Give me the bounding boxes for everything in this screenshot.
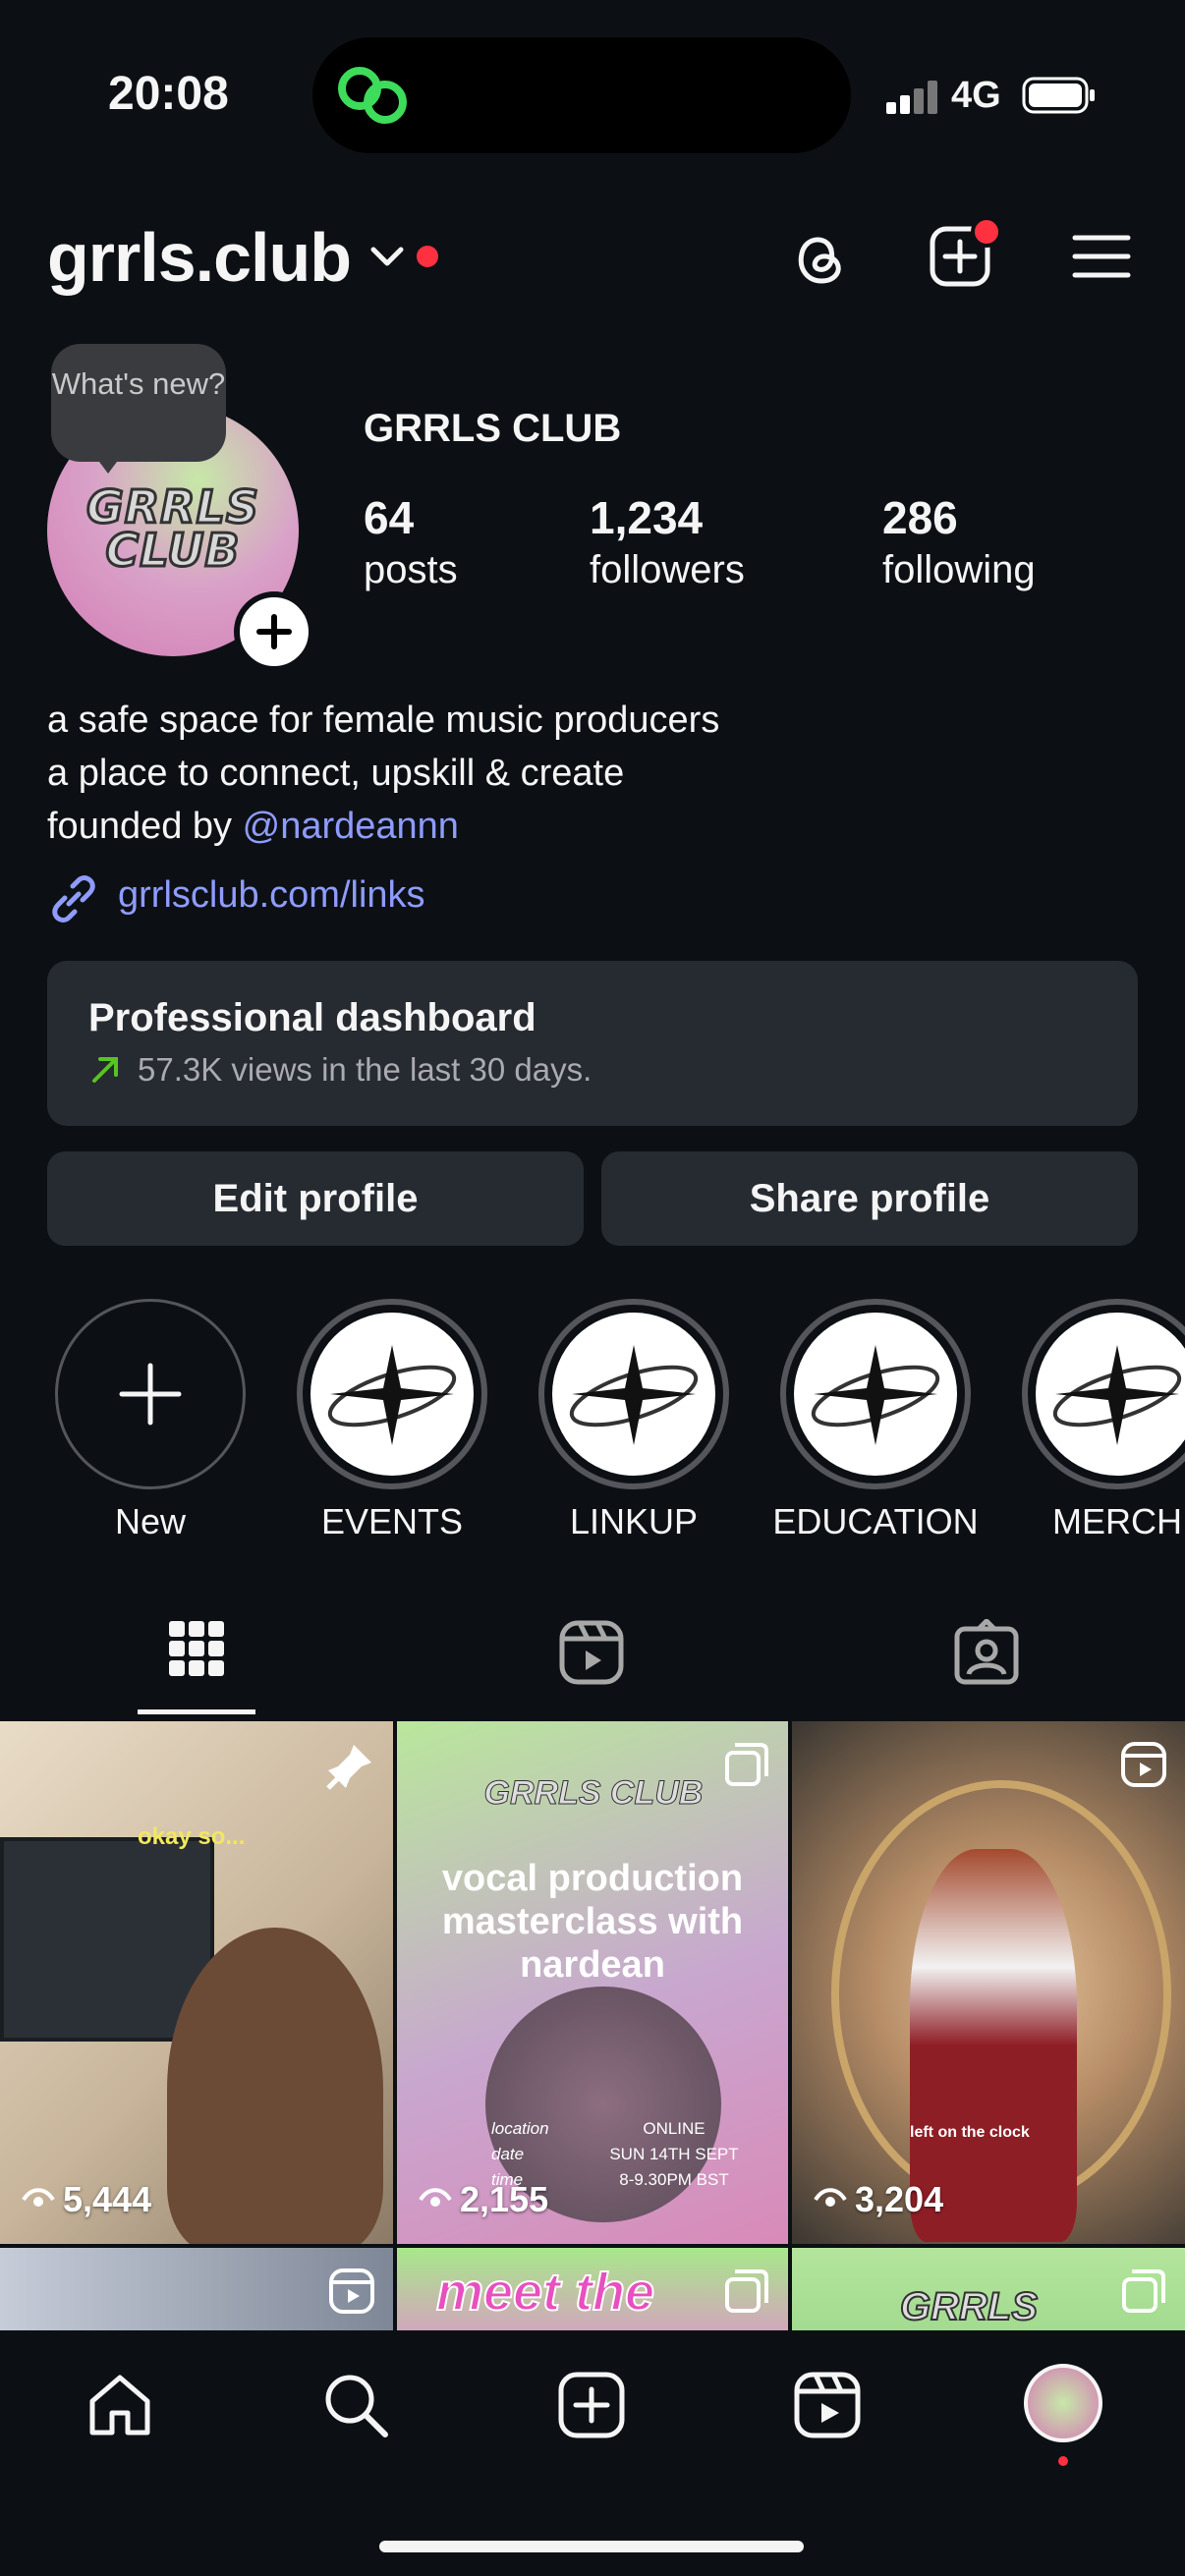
post-caption: okay so... <box>138 1823 246 1850</box>
following-label[interactable]: following <box>882 548 1036 592</box>
eye-icon <box>22 2188 55 2207</box>
post-caption: GRRLS <box>899 2284 1039 2329</box>
posts-count[interactable]: 64 <box>364 491 414 544</box>
home-indicator <box>379 2541 804 2552</box>
views-count: 2,155 <box>460 2179 549 2219</box>
bio-line-3: founded by @nardeannn <box>47 806 459 848</box>
post-tile[interactable]: left on the clock 3,204 <box>792 1721 1185 2244</box>
post-views: 3,204 <box>814 2179 943 2220</box>
highlight-merch[interactable] <box>1022 1299 1185 1489</box>
highlight-label-linkup: LINKUP <box>569 1501 699 1541</box>
star-logo-icon <box>1052 1345 1182 1445</box>
highlight-label-new: New <box>114 1501 187 1541</box>
plus-icon <box>119 1363 182 1426</box>
highlight-linkup[interactable] <box>538 1299 729 1489</box>
create-icon[interactable] <box>556 2370 627 2440</box>
post-tile[interactable]: okay so... 5,444 <box>0 1721 393 2244</box>
edit-profile-button[interactable]: Edit profile <box>47 1151 584 1246</box>
post-views: 2,155 <box>419 2179 548 2220</box>
highlight-label-merch: MERCH <box>1052 1501 1182 1541</box>
menu-icon[interactable] <box>1069 224 1134 289</box>
account-switcher[interactable]: grrls.club <box>47 218 352 297</box>
website-link[interactable]: grrlsclub.com/links <box>118 874 425 917</box>
highlight-label-education: EDUCATION <box>772 1501 979 1541</box>
posts-label[interactable]: posts <box>364 548 458 592</box>
founder-mention-link[interactable]: @nardeannn <box>243 806 459 847</box>
carousel-icon <box>1122 2269 1165 2313</box>
link-icon <box>52 875 95 923</box>
post-details-values: ONLINE SUN 14TH SEPT 8-9.30PM BST <box>609 2119 739 2189</box>
notification-dot <box>417 246 438 267</box>
threads-icon[interactable] <box>786 224 851 289</box>
search-icon[interactable] <box>320 2370 391 2440</box>
dynamic-island <box>312 37 851 153</box>
whats-new-bubble[interactable]: What's new? <box>51 344 226 462</box>
link-loop-icon <box>338 67 407 124</box>
bio-founded-text: founded by <box>47 806 233 847</box>
profile-name: GRRLS CLUB <box>364 407 622 450</box>
trend-up-icon <box>92 1057 118 1083</box>
avatar-logo: GRRLS CLUB <box>85 480 260 577</box>
active-tab-indicator <box>138 1709 255 1714</box>
bio-line-1: a safe space for female music producers <box>47 700 720 741</box>
reels-icon[interactable] <box>792 2370 863 2440</box>
create-badge-dot <box>971 216 1002 248</box>
carousel-icon <box>725 2269 768 2313</box>
bubble-tail <box>90 450 126 474</box>
post-caption: left on the clock <box>910 2124 1030 2141</box>
pin-icon <box>326 1745 371 1790</box>
dashboard-title: Professional dashboard <box>88 996 536 1039</box>
following-count[interactable]: 286 <box>882 491 958 544</box>
highlight-education[interactable] <box>780 1299 971 1489</box>
status-time: 20:08 <box>108 68 229 120</box>
grid-tab-icon[interactable] <box>167 1619 226 1678</box>
views-count: 3,204 <box>855 2179 944 2219</box>
network-type: 4G <box>951 75 1001 116</box>
plus-icon <box>256 614 292 649</box>
post-caption: meet the <box>435 2262 655 2323</box>
followers-label[interactable]: followers <box>590 548 745 592</box>
bio-line-2: a place to connect, upskill & create <box>47 753 625 794</box>
carousel-icon <box>725 1743 768 1786</box>
chevron-down-icon[interactable] <box>369 244 405 269</box>
bottom-nav <box>0 2330 1185 2576</box>
post-caption: vocal production masterclass with nardea… <box>441 1858 744 1986</box>
signal-icon <box>886 81 937 114</box>
star-logo-icon <box>811 1345 940 1445</box>
eye-icon <box>419 2188 452 2207</box>
reels-tab-icon[interactable] <box>558 1619 625 1686</box>
battery-icon <box>1022 77 1095 114</box>
highlight-label-events: EVENTS <box>320 1501 464 1541</box>
star-logo-icon <box>327 1345 457 1445</box>
home-icon[interactable] <box>85 2370 155 2440</box>
post-logo: GRRLS CLUB <box>483 1774 704 1813</box>
dashboard-subtitle: 57.3K views in the last 30 days. <box>138 1051 592 1088</box>
professional-dashboard-card[interactable]: Professional dashboard 57.3K views in th… <box>47 961 1138 1126</box>
followers-count[interactable]: 1,234 <box>590 491 703 544</box>
eye-icon <box>814 2188 847 2207</box>
star-logo-icon <box>569 1345 699 1445</box>
add-story-button[interactable] <box>234 591 314 672</box>
person-shape <box>167 1928 383 2244</box>
highlight-events[interactable] <box>297 1299 487 1489</box>
share-profile-button[interactable]: Share profile <box>601 1151 1138 1246</box>
profile-notification-dot <box>1058 2456 1068 2466</box>
tagged-tab-icon[interactable] <box>953 1619 1020 1686</box>
post-tile[interactable]: GRRLS CLUB vocal production masterclass … <box>397 1721 788 2244</box>
reel-icon <box>329 2268 374 2314</box>
highlight-new[interactable] <box>55 1299 246 1489</box>
post-views: 5,444 <box>22 2179 151 2220</box>
reel-icon <box>1121 1742 1166 1787</box>
profile-nav-avatar[interactable] <box>1024 2364 1102 2442</box>
views-count: 5,444 <box>63 2179 152 2219</box>
